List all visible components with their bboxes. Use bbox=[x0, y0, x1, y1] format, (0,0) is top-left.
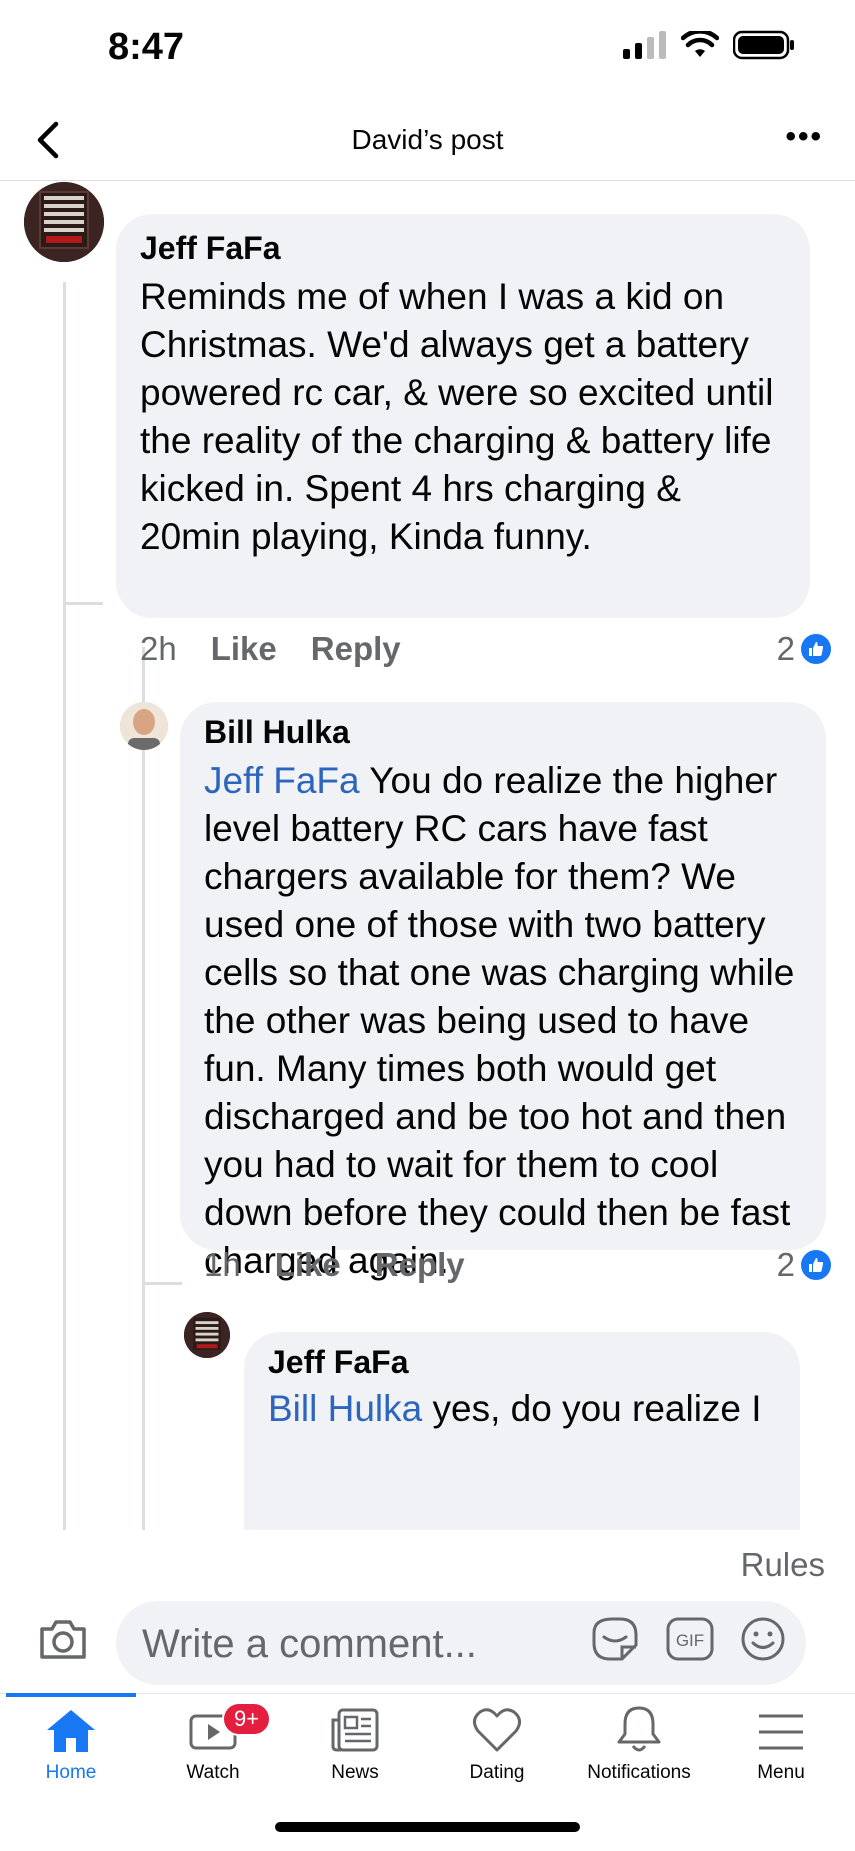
composer-icons: GIF bbox=[590, 1615, 786, 1663]
menu-icon bbox=[759, 1714, 803, 1750]
svg-text:GIF: GIF bbox=[676, 1631, 704, 1650]
active-tab-indicator bbox=[6, 1693, 136, 1697]
nav-bar: David’s post ••• bbox=[0, 100, 855, 181]
comment-input[interactable] bbox=[140, 1617, 574, 1671]
avatar-sign-image bbox=[24, 182, 104, 262]
comment-composer: GIF bbox=[0, 1595, 855, 1695]
tab-notifications[interactable]: Notifications bbox=[568, 1694, 710, 1794]
like-button[interactable]: Like bbox=[275, 1246, 341, 1284]
avatar-sign-image bbox=[184, 1312, 230, 1358]
comment-thread[interactable]: Jeff FaFa Reminds me of when I was a kid… bbox=[0, 182, 855, 1530]
sticker-icon[interactable] bbox=[590, 1615, 640, 1663]
comment-bubble[interactable]: Jeff FaFa Bill Hulka yes, do you realize… bbox=[244, 1332, 800, 1530]
thread-connector bbox=[63, 602, 103, 605]
comment-text: Bill Hulka yes, do you realize I bbox=[268, 1385, 788, 1433]
mention-link[interactable]: Jeff FaFa bbox=[204, 760, 360, 801]
tab-label: News bbox=[331, 1762, 379, 1783]
wifi-icon bbox=[681, 31, 719, 57]
reply-button[interactable]: Reply bbox=[311, 630, 401, 668]
dating-icon bbox=[473, 1708, 521, 1752]
thumbs-up-icon bbox=[799, 1248, 833, 1282]
reaction-count-value: 2 bbox=[776, 630, 795, 667]
thumbs-up-icon bbox=[799, 632, 833, 666]
tab-watch[interactable]: 9+ Watch bbox=[142, 1694, 284, 1794]
comment-body: You do realize the higher level battery … bbox=[204, 760, 795, 1281]
comment-text: Reminds me of when I was a kid on Christ… bbox=[140, 276, 774, 557]
news-icon bbox=[331, 1708, 379, 1752]
like-button[interactable]: Like bbox=[211, 630, 277, 668]
page-title: David’s post bbox=[351, 124, 504, 155]
home-icon bbox=[47, 1710, 95, 1752]
thread-line bbox=[63, 282, 66, 1530]
comment-body: yes, do you realize I bbox=[422, 1388, 762, 1429]
notification-badge: 9+ bbox=[222, 1702, 272, 1736]
reaction-count[interactable]: 2 bbox=[777, 1246, 833, 1284]
comment-age: 1h bbox=[204, 1246, 241, 1283]
comment-bubble[interactable]: Bill Hulka Jeff FaFa You do realize the … bbox=[180, 702, 826, 1281]
thread-connector bbox=[142, 1282, 182, 1285]
home-indicator bbox=[275, 1822, 580, 1832]
tab-menu[interactable]: Menu bbox=[710, 1694, 852, 1794]
reaction-count-value: 2 bbox=[776, 1246, 795, 1283]
comment-text: Jeff FaFa You do realize the higher leve… bbox=[204, 757, 806, 1285]
signal-icon bbox=[623, 31, 666, 59]
comment-author[interactable]: Jeff FaFa bbox=[268, 1344, 788, 1381]
reaction-count[interactable]: 2 bbox=[777, 630, 833, 668]
tab-label: Dating bbox=[469, 1762, 525, 1783]
bell-icon bbox=[617, 1706, 661, 1752]
battery-icon bbox=[733, 30, 794, 60]
avatar-bill-hulka[interactable] bbox=[120, 702, 168, 750]
tab-label: Watch bbox=[186, 1762, 240, 1783]
comment-author[interactable]: Jeff FaFa bbox=[140, 230, 788, 267]
camera-icon[interactable] bbox=[38, 1617, 88, 1661]
mention-link[interactable]: Bill Hulka bbox=[268, 1388, 422, 1429]
status-icons bbox=[623, 30, 795, 60]
rules-link[interactable]: Rules bbox=[741, 1546, 825, 1584]
tab-dating[interactable]: Dating bbox=[426, 1694, 568, 1794]
emoji-icon[interactable] bbox=[740, 1616, 786, 1662]
tab-label: Menu bbox=[757, 1762, 805, 1783]
tab-news[interactable]: News bbox=[284, 1694, 426, 1794]
avatar-jeff-fafa[interactable] bbox=[24, 182, 104, 262]
comment-age: 2h bbox=[140, 630, 177, 667]
tab-label: Notifications bbox=[587, 1762, 691, 1783]
comment-meta: 1h Like Reply bbox=[204, 1246, 465, 1284]
gif-icon[interactable]: GIF bbox=[666, 1617, 714, 1661]
comment-input-box[interactable]: GIF bbox=[116, 1601, 806, 1685]
status-bar: 8:47 bbox=[0, 0, 855, 100]
comment-bubble[interactable]: Jeff FaFa Reminds me of when I was a kid… bbox=[116, 214, 810, 618]
reply-button[interactable]: Reply bbox=[375, 1246, 465, 1284]
comment-author[interactable]: Bill Hulka bbox=[204, 714, 806, 751]
thread-line bbox=[142, 647, 145, 1530]
tab-label: Home bbox=[45, 1762, 97, 1783]
avatar-jeff-fafa[interactable] bbox=[184, 1312, 230, 1358]
tab-home[interactable]: Home bbox=[0, 1693, 142, 1794]
more-options-icon[interactable]: ••• bbox=[785, 120, 823, 154]
avatar-photo bbox=[120, 702, 168, 750]
comment-meta: 2h Like Reply bbox=[140, 630, 401, 668]
status-time: 8:47 bbox=[108, 26, 185, 68]
